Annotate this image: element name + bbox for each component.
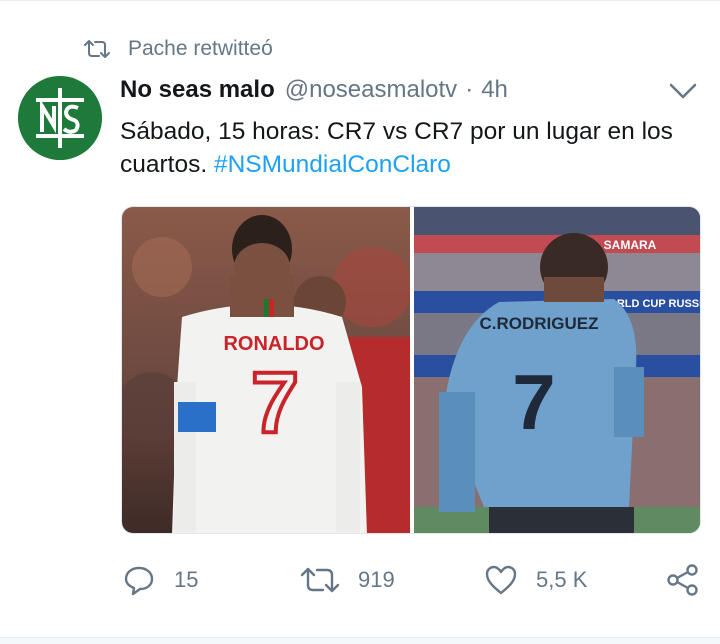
photo-crodriguez-graphic: SAMARA WORLD CUP RUSSIA C.RODRIGUEZ 7	[414, 207, 700, 533]
author-name[interactable]: No seas malo	[120, 76, 275, 104]
retweet-count: 919	[358, 567, 395, 592]
like-button[interactable]: 5,5 K	[484, 560, 587, 600]
author-handle[interactable]: @noseasmalotv	[285, 76, 457, 104]
jersey-name-ronaldo: RONALDO	[223, 333, 324, 355]
like-count: 5,5 K	[536, 567, 588, 592]
jersey-number-crodriguez: 7	[512, 358, 555, 446]
jersey-name-crodriguez: C.RODRIGUEZ	[480, 314, 599, 333]
hashtag-link[interactable]: #NSMundialConClaro	[214, 151, 451, 178]
reply-count: 15	[174, 567, 199, 592]
share-icon	[667, 564, 698, 596]
ns-logo-icon	[18, 76, 102, 160]
media-container: RONALDO 7 SAMARA WORLD CUP RUSSIA C.RODR…	[121, 206, 701, 534]
stadium-banner-text: SAMARA	[604, 238, 657, 252]
retweet-icon	[84, 40, 110, 58]
retweet-context[interactable]: Pache retwitteó	[84, 36, 273, 62]
tweet-text: Sábado, 15 horas: CR7 vs CR7 por un luga…	[120, 115, 705, 181]
photo-ronaldo[interactable]: RONALDO 7	[122, 207, 410, 533]
bottom-divider	[0, 637, 720, 644]
reply-button[interactable]: 15	[122, 560, 198, 600]
reply-icon	[124, 566, 154, 596]
top-divider	[0, 0, 720, 1]
chevron-down-icon[interactable]	[668, 80, 698, 102]
tweet-actions: 15 919 5,5 K	[0, 560, 720, 600]
tweet-header: No seas malo @noseasmalotv · 4h	[120, 74, 508, 106]
photo-crodriguez[interactable]: SAMARA WORLD CUP RUSSIA C.RODRIGUEZ 7	[414, 207, 700, 533]
avatar[interactable]	[18, 76, 102, 160]
retweet-icon	[300, 567, 340, 593]
timestamp[interactable]: 4h	[481, 76, 508, 104]
separator-dot: ·	[465, 76, 474, 103]
jersey-number-ronaldo: 7	[251, 355, 299, 451]
share-button[interactable]	[666, 560, 718, 600]
photo-ronaldo-graphic: RONALDO 7	[122, 207, 410, 533]
retweet-context-text: Pache retwitteó	[128, 37, 273, 60]
retweet-button[interactable]: 919	[300, 560, 395, 600]
heart-icon	[485, 565, 517, 595]
